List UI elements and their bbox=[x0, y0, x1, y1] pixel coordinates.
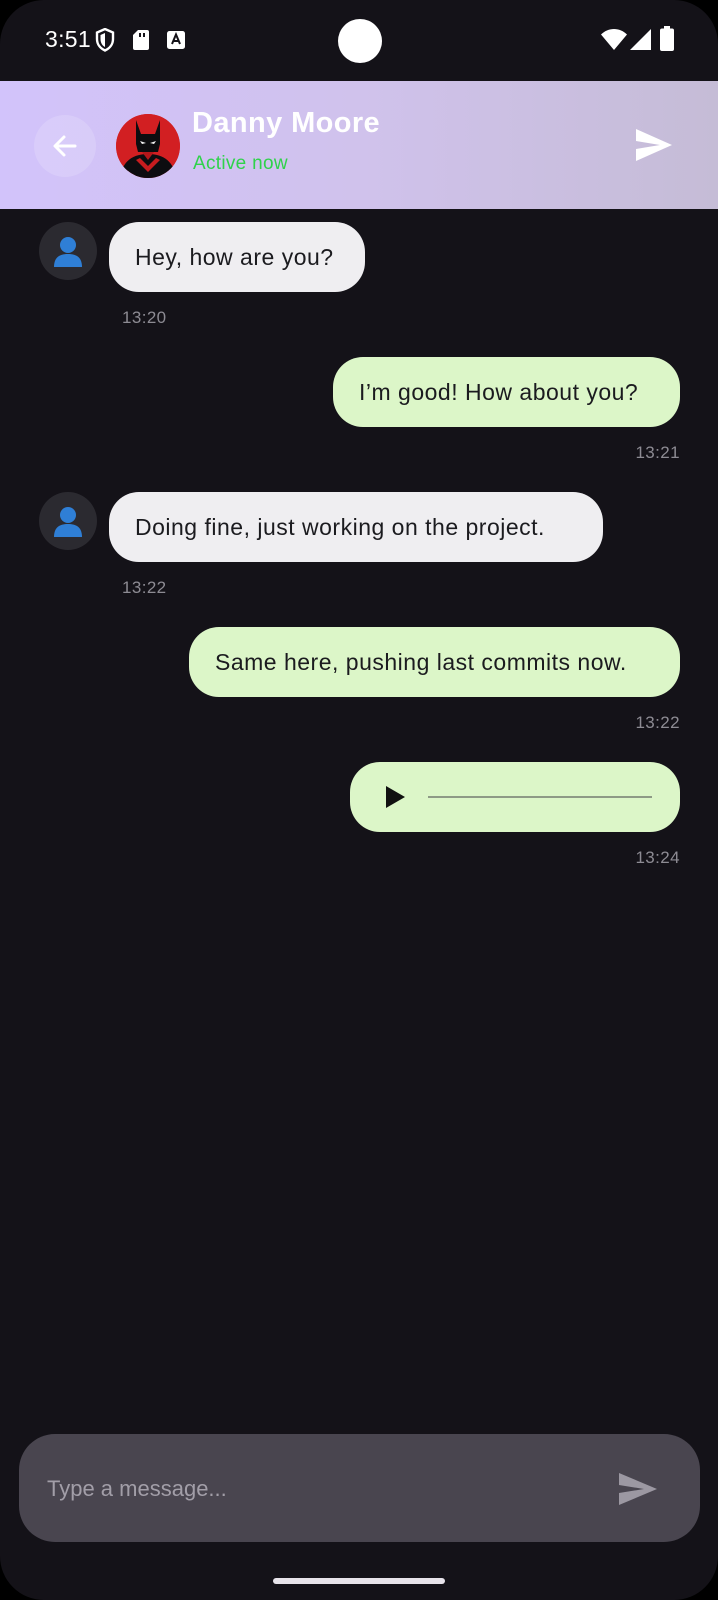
sender-avatar bbox=[39, 492, 97, 550]
contact-avatar[interactable] bbox=[116, 114, 180, 178]
message-timestamp: 13:21 bbox=[635, 443, 680, 462]
shield-icon bbox=[95, 28, 115, 52]
sender-avatar bbox=[39, 222, 97, 280]
chat-header: Danny Moore Active now bbox=[0, 81, 718, 209]
arrow-left-icon bbox=[53, 135, 77, 157]
status-bar: 3:51 bbox=[0, 0, 718, 80]
message-timestamp: 13:24 bbox=[635, 848, 680, 867]
user-silhouette-icon bbox=[54, 237, 82, 267]
home-indicator[interactable] bbox=[273, 1578, 445, 1584]
message-bubble-incoming[interactable]: Hey, how are you? bbox=[109, 222, 365, 292]
message-text: Same here, pushing last commits now. bbox=[215, 648, 627, 675]
voice-message-bubble bbox=[350, 762, 680, 832]
play-icon bbox=[386, 786, 405, 808]
message-timestamp: 13:22 bbox=[122, 578, 167, 597]
send-icon[interactable] bbox=[634, 125, 674, 165]
cell-signal-icon bbox=[630, 29, 651, 50]
back-button[interactable] bbox=[34, 115, 96, 177]
text-a-icon bbox=[167, 31, 185, 49]
message-bubble-incoming[interactable]: Doing fine, just working on the project. bbox=[109, 492, 603, 562]
message-composer bbox=[19, 1434, 700, 1542]
message-text: Hey, how are you? bbox=[135, 243, 334, 270]
contact-status: Active now bbox=[193, 153, 288, 174]
contact-name: Danny Moore bbox=[192, 107, 381, 139]
wifi-icon bbox=[601, 29, 627, 50]
send-icon[interactable] bbox=[617, 1469, 659, 1509]
message-timestamp: 13:20 bbox=[122, 308, 167, 327]
message-bubble-outgoing[interactable]: I’m good! How about you? bbox=[333, 357, 680, 427]
message-bubble-outgoing[interactable]: Same here, pushing last commits now. bbox=[189, 627, 680, 697]
chat-screen: 3:51 Danny Moore Active now Hey, how are… bbox=[0, 0, 718, 1600]
battery-icon bbox=[660, 26, 674, 51]
audio-progress-track[interactable] bbox=[428, 796, 652, 798]
batman-avatar-image bbox=[116, 114, 180, 178]
message-timestamp: 13:22 bbox=[635, 713, 680, 732]
user-silhouette-icon bbox=[54, 507, 82, 537]
status-time: 3:51 bbox=[45, 26, 91, 52]
message-input[interactable] bbox=[45, 1464, 589, 1514]
message-text: I’m good! How about you? bbox=[359, 378, 639, 405]
sd-card-icon bbox=[133, 30, 149, 50]
message-text: Doing fine, just working on the project. bbox=[135, 513, 545, 540]
play-button[interactable] bbox=[384, 784, 410, 810]
camera-cutout bbox=[338, 19, 382, 63]
